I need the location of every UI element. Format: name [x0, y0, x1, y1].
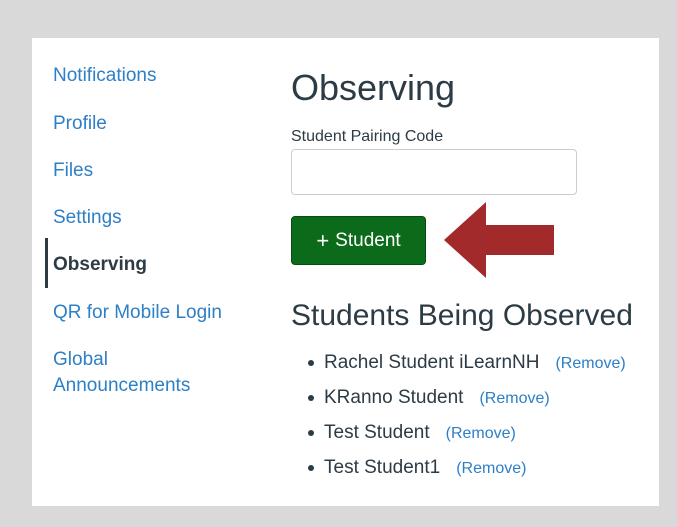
remove-student-link[interactable]: (Remove) — [479, 387, 549, 411]
page-title: Observing — [291, 67, 456, 108]
bullet-icon — [308, 395, 314, 401]
bullet-icon — [308, 465, 314, 471]
remove-student-link[interactable]: (Remove) — [456, 457, 526, 481]
add-student-button[interactable]: + Student — [291, 216, 426, 265]
active-indicator — [45, 238, 48, 288]
sidebar-item-profile[interactable]: Profile — [53, 111, 107, 137]
sidebar-item-observing[interactable]: Observing — [53, 252, 147, 278]
observed-students-list: Rachel Student iLearnNH (Remove) KRanno … — [308, 351, 626, 491]
sidebar-item-settings[interactable]: Settings — [53, 205, 122, 231]
sidebar-item-qr-mobile-login[interactable]: QR for Mobile Login — [53, 300, 222, 326]
student-name: Test Student — [324, 422, 430, 443]
sidebar-item-notifications[interactable]: Notifications — [53, 63, 157, 89]
sidebar-item-label-line2: Announcements — [53, 375, 191, 396]
pairing-code-label: Student Pairing Code — [291, 128, 444, 145]
plus-icon: + — [316, 227, 330, 253]
pointer-arrow-icon — [444, 202, 554, 278]
remove-student-link[interactable]: (Remove) — [555, 352, 625, 376]
list-item: Rachel Student iLearnNH (Remove) — [308, 351, 626, 386]
bullet-icon — [308, 430, 314, 436]
observed-students-heading: Students Being Observed — [291, 299, 633, 332]
settings-panel: Notifications Profile Files Settings Obs… — [32, 38, 659, 506]
pairing-code-input[interactable] — [291, 149, 577, 195]
sidebar-item-global-announcements[interactable]: Global Announcements — [53, 347, 190, 399]
student-name: Rachel Student iLearnNH — [324, 352, 540, 373]
bullet-icon — [308, 360, 314, 366]
sidebar-item-files[interactable]: Files — [53, 158, 93, 184]
sidebar-item-label-line1: Global — [53, 349, 108, 370]
list-item: Test Student (Remove) — [308, 421, 626, 456]
remove-student-link[interactable]: (Remove) — [446, 422, 516, 446]
list-item: KRanno Student (Remove) — [308, 386, 626, 421]
student-name: KRanno Student — [324, 387, 464, 408]
add-student-label: Student — [335, 229, 401, 251]
student-name: Test Student1 — [324, 457, 441, 478]
list-item: Test Student1 (Remove) — [308, 456, 626, 491]
